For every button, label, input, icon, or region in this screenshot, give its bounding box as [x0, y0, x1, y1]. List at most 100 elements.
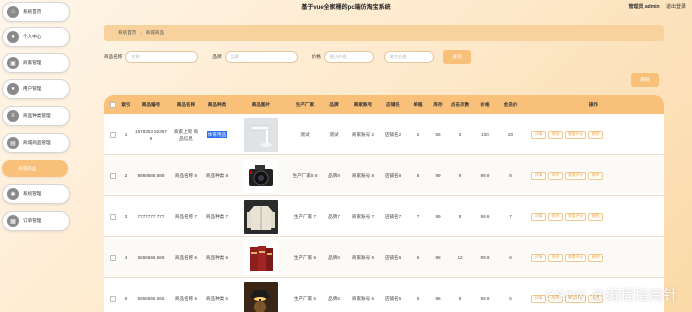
view-comments-button[interactable]: 查看评论: [565, 130, 587, 139]
column-header: 商品图片: [251, 101, 271, 107]
cell-clicks: 9: [458, 173, 462, 178]
table-header: 索引 商品编号 商品名称 商品种类 商品图片 生产厂家 品牌 商家账号 店铺名 单瓶 库存 点击次数 价…: [104, 95, 664, 114]
selected-text: 体育用品: [206, 131, 228, 138]
edit-button[interactable]: 修改: [548, 253, 563, 262]
detail-button[interactable]: 详情: [531, 130, 546, 139]
delete-row-button[interactable]: 删除: [588, 253, 604, 262]
cell-price: 100: [481, 132, 489, 137]
table-row[interactable]: 1 1678353 823676 商家上架 商品信息 体育用品 测试 测试 商家账号 2 店铺…: [104, 114, 664, 155]
cell-name: 商品名称 6: [174, 255, 198, 260]
users-icon: ●: [7, 83, 19, 95]
price-min-input[interactable]: 最小价格: [323, 51, 374, 63]
lamp-image: [232, 114, 290, 155]
row-checkbox-cell[interactable]: [106, 278, 120, 312]
edit-button[interactable]: 修改: [548, 212, 563, 221]
view-comments-button[interactable]: 查看评论: [565, 253, 587, 262]
delete-button[interactable]: 删除: [631, 73, 659, 87]
detail-button[interactable]: 详情: [531, 212, 546, 221]
checkbox[interactable]: [110, 254, 116, 261]
price-max-input[interactable]: 最大价格: [383, 51, 434, 63]
top-bar: 基于vue全家桶的pc端仿淘宝系统 管理员 admin 退出登录: [0, 0, 692, 14]
sidebar-item-home[interactable]: ⌂ 系统首页: [2, 2, 70, 22]
sidebar-item-label: 个人中心: [23, 34, 42, 39]
cell-index: 4: [124, 255, 128, 260]
sidebar-subitem-goods[interactable]: 商城商品: [2, 160, 68, 177]
cell-clicks: 3: [458, 132, 462, 137]
edit-button[interactable]: 修改: [548, 130, 563, 139]
cell-maker: 生产厂家 5: [293, 296, 317, 301]
cell-vip: 5: [509, 296, 512, 301]
cell-unit: 6: [416, 255, 420, 260]
sidebar-item-orders[interactable]: ▦ 订单管理: [2, 211, 70, 231]
logout-link[interactable]: 退出登录: [666, 4, 686, 10]
checkbox[interactable]: [110, 172, 116, 179]
cell-unit: 5: [416, 296, 420, 301]
detail-button[interactable]: 详情: [531, 171, 546, 180]
sidebar-item-label: 系统管理: [23, 191, 42, 196]
cell-stock: 98: [435, 255, 441, 260]
view-comments-button[interactable]: 查看评论: [565, 171, 587, 180]
checkbox[interactable]: [110, 101, 116, 108]
cell-price: 99.9: [480, 173, 490, 178]
sidebar-item-merchants[interactable]: ▣ 商家管理: [2, 53, 70, 73]
brand-input[interactable]: 品牌: [224, 51, 298, 63]
row-checkbox-cell[interactable]: [106, 237, 120, 278]
row-checkbox-cell[interactable]: [106, 114, 120, 155]
delete-row-button[interactable]: 删除: [588, 171, 604, 180]
cell-shop: 店铺名8: [384, 173, 402, 178]
column-header: 会员价: [503, 101, 518, 107]
column-header: 点击次数: [450, 101, 470, 107]
sidebar-item-categories[interactable]: ≡ 商品种类管理: [2, 106, 70, 126]
goods-icon: ▤: [7, 137, 19, 149]
sidebar-item-users[interactable]: ● 用户管理: [2, 79, 70, 99]
cell-price: 99.9: [480, 214, 490, 219]
row-checkbox-cell[interactable]: [106, 155, 120, 196]
sidebar-item-profile[interactable]: ● 个人中心: [2, 27, 70, 47]
cell-account: 商家账号 2: [351, 132, 375, 137]
cell-account: 商家账号 6: [351, 255, 375, 260]
table-row[interactable]: 2 8888888 888 商品名称 8 商品种类 8 生产厂家8 8 品牌8 商家账号 8…: [104, 155, 664, 196]
camera-image: [232, 155, 290, 196]
column-header: 商品编号: [141, 101, 161, 107]
jacket-image: [232, 196, 290, 237]
table-row[interactable]: 3 7777777 777 商品名称 7 商品种类 7 生产厂家 7 品牌7 商家账号 7 店…: [104, 196, 664, 237]
detail-button[interactable]: 详情: [531, 253, 546, 262]
cell-type: 体育用品: [202, 114, 232, 155]
cell-vip: 7: [509, 214, 512, 219]
checkbox[interactable]: [110, 131, 116, 138]
checkbox[interactable]: [110, 295, 116, 302]
cell-index: 2: [124, 173, 128, 178]
cell-type: 商品种类 7: [205, 214, 229, 219]
user-area: 管理员 admin 退出登录: [628, 3, 686, 10]
cell-account: 商家账号 7: [351, 214, 375, 219]
sidebar-item-goods[interactable]: ▤ 商城商品管理: [2, 133, 70, 153]
view-comments-button[interactable]: 查看评论: [565, 212, 587, 221]
cell-code: 5555555 555: [137, 296, 165, 301]
app-title: 基于vue全家桶的pc端仿淘宝系统: [301, 5, 391, 11]
cell-shop: 店铺名2: [384, 132, 402, 137]
category-icon: ≡: [7, 110, 19, 122]
home-icon: ⌂: [7, 6, 19, 18]
goods-image: [244, 117, 278, 152]
cell-name: 商品名称 5: [174, 296, 198, 301]
cell-account: 商家账号 8: [351, 173, 375, 178]
cell-maker: 生产厂家 6: [293, 255, 317, 260]
checkbox[interactable]: [110, 213, 116, 220]
sidebar-item-system[interactable]: ✱ 系统管理: [2, 184, 70, 204]
breadcrumb-home[interactable]: 系统首页: [118, 30, 136, 36]
search-button[interactable]: 查询: [443, 50, 471, 64]
cell-index: 3: [124, 214, 128, 219]
user-name: 管理员 admin: [628, 4, 660, 10]
table-row[interactable]: 4 6666666 666 商品名称 6 商品种类 6 生产厂家 6 品牌6 商家账号 6 店…: [104, 237, 664, 278]
row-checkbox-cell[interactable]: [106, 196, 120, 237]
select-all-checkbox[interactable]: [106, 95, 120, 114]
cell-index: 5: [124, 296, 128, 301]
name-input[interactable]: 名称: [125, 51, 199, 63]
brand-label: 品牌: [212, 54, 222, 59]
breadcrumb-current: 商城商品: [145, 30, 165, 35]
name-label: 商品名称: [104, 54, 123, 59]
edit-button[interactable]: 修改: [548, 171, 563, 180]
cell-shop: 店铺名7: [384, 214, 402, 219]
delete-row-button[interactable]: 删除: [588, 212, 604, 221]
delete-row-button[interactable]: 删除: [588, 130, 604, 139]
